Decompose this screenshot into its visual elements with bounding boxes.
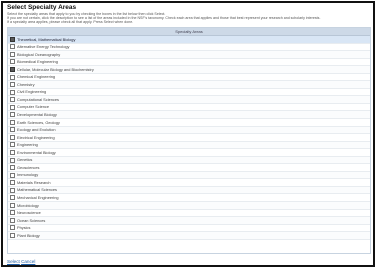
list-item[interactable]: Biological Oceanography: [8, 51, 370, 59]
dialog-title: Select Specialty Areas: [7, 4, 77, 11]
list-item[interactable]: Computational Sciences: [8, 96, 370, 104]
specialty-label: Developmental Biology: [17, 111, 57, 117]
specialty-checkbox[interactable]: [10, 112, 15, 118]
specialty-checkbox[interactable]: [10, 97, 15, 103]
specialty-checkbox[interactable]: [10, 217, 15, 223]
dialog-footer: Select Cancel: [7, 259, 35, 264]
list-item[interactable]: Materials Research: [8, 179, 370, 187]
specialty-checkbox[interactable]: [10, 187, 15, 193]
specialty-label: Microbiology: [17, 202, 39, 208]
specialty-label: Physics: [17, 225, 31, 231]
specialty-label: Mechanical Engineering: [17, 194, 59, 200]
specialty-label: Cellular, Molecular Biology and Biochemi…: [17, 66, 94, 72]
list-item[interactable]: Civil Engineering: [8, 89, 370, 97]
list-item[interactable]: Plant Biology: [8, 232, 370, 240]
specialty-checkbox[interactable]: [10, 180, 15, 186]
list-item[interactable]: Geosciences: [8, 164, 370, 172]
specialty-label: Biomedical Engineering: [17, 59, 58, 65]
specialty-label: Geosciences: [17, 164, 40, 170]
dialog-description: Select the specialty areas that apply to…: [7, 12, 371, 25]
list-item[interactable]: Environmental Biology: [8, 149, 370, 157]
specialty-label: Chemistry: [17, 81, 35, 87]
specialty-checkbox[interactable]: [10, 127, 15, 133]
list-item[interactable]: Engineering: [8, 141, 370, 150]
specialty-label: Ecology and Evolution: [17, 127, 56, 133]
specialty-checkbox[interactable]: [10, 149, 15, 155]
specialty-label: Alternative Energy Technology: [17, 44, 70, 50]
specialty-label: Civil Engineering: [17, 89, 47, 95]
specialty-checkbox[interactable]: [10, 172, 15, 178]
specialty-label: Electrical Engineering: [17, 134, 55, 140]
specialty-checkbox[interactable]: [10, 89, 15, 95]
list-item[interactable]: Cellular, Molecular Biology and Biochemi…: [8, 66, 370, 74]
list-item[interactable]: Ecology and Evolution: [8, 126, 370, 135]
dialog-frame: Select Specialty Areas Select the specia…: [1, 1, 375, 267]
specialty-label: Chemical Engineering: [17, 74, 56, 80]
list-item[interactable]: Microbiology: [8, 202, 370, 210]
specialty-checkbox[interactable]: [10, 59, 15, 65]
specialty-checkbox[interactable]: [10, 36, 15, 42]
specialty-label: Theoretical, Mathematical Biology: [17, 36, 76, 42]
list-item[interactable]: Alternative Energy Technology: [8, 44, 370, 52]
specialty-label: Immunology: [17, 172, 39, 178]
specialty-checkbox[interactable]: [10, 74, 15, 80]
specialty-label: Environmental Biology: [17, 149, 56, 155]
list-item[interactable]: Genetics: [8, 156, 370, 165]
specialty-label: Neuroscience: [17, 210, 41, 216]
specialty-label: Genetics: [17, 157, 33, 163]
list-item[interactable]: Computer Science: [8, 104, 370, 112]
description-line: If a specialty area applies, please chec…: [7, 20, 134, 25]
specialty-checkbox[interactable]: [10, 232, 15, 238]
specialty-list: Theoretical, Mathematical Biology Alterna…: [8, 36, 370, 240]
list-item[interactable]: Earth Sciences, Geology: [8, 119, 370, 127]
specialty-checkbox[interactable]: [10, 202, 15, 208]
specialty-checkbox[interactable]: [10, 210, 15, 216]
specialty-label: Plant Biology: [17, 232, 40, 238]
specialty-checkbox[interactable]: [10, 104, 15, 110]
cancel-link[interactable]: Cancel: [21, 259, 35, 264]
list-item[interactable]: Chemistry: [8, 81, 370, 89]
specialty-list-panel: Specialty Areas Theoretical, Mathematica…: [7, 27, 371, 254]
list-item[interactable]: Immunology: [8, 171, 370, 180]
specialty-checkbox[interactable]: [10, 165, 15, 171]
specialty-checkbox[interactable]: [10, 134, 15, 140]
list-item[interactable]: Ocean Sciences: [8, 217, 370, 225]
specialty-label: Computer Science: [17, 104, 50, 110]
specialty-label: Biological Oceanography: [17, 51, 61, 57]
list-item[interactable]: Chemical Engineering: [8, 74, 370, 82]
specialty-checkbox[interactable]: [10, 51, 15, 57]
specialty-checkbox[interactable]: [10, 195, 15, 201]
specialty-label: Materials Research: [17, 179, 51, 185]
specialty-checkbox[interactable]: [10, 44, 15, 50]
list-item[interactable]: Mechanical Engineering: [8, 194, 370, 203]
specialty-checkbox[interactable]: [10, 157, 15, 163]
list-item[interactable]: Neuroscience: [8, 210, 370, 218]
specialty-checkbox[interactable]: [10, 142, 15, 148]
list-item[interactable]: Mathematical Sciences: [8, 186, 370, 195]
specialty-checkbox[interactable]: [10, 119, 15, 125]
specialty-checkbox[interactable]: [10, 225, 15, 231]
specialty-label: Engineering: [17, 142, 38, 148]
specialty-checkbox[interactable]: [10, 66, 15, 72]
list-item[interactable]: Physics: [8, 225, 370, 233]
specialty-checkbox[interactable]: [10, 82, 15, 88]
specialty-label: Ocean Sciences: [17, 217, 46, 223]
list-item[interactable]: Electrical Engineering: [8, 134, 370, 142]
specialty-label: Computational Sciences: [17, 96, 59, 102]
specialty-label: Mathematical Sciences: [17, 187, 58, 193]
list-item[interactable]: Developmental Biology: [8, 111, 370, 120]
select-link[interactable]: Select: [7, 259, 20, 264]
specialty-label: Earth Sciences, Geology: [17, 119, 60, 125]
